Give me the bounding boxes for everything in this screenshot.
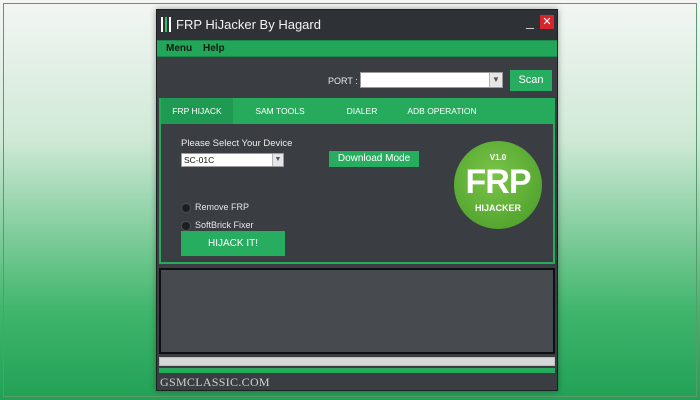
chevron-down-icon[interactable]: ▼ xyxy=(272,154,283,166)
logo-sub-text: HIJACKER xyxy=(474,203,521,213)
tab-frp-hijack[interactable]: FRP HIJACK xyxy=(161,98,233,124)
port-label: PORT : xyxy=(328,76,358,86)
title-bar[interactable]: FRP HiJacker By Hagard _ ✕ xyxy=(157,10,557,40)
progress-bar xyxy=(159,357,555,366)
hijack-button[interactable]: HIJACK IT! xyxy=(181,231,285,256)
chevron-down-icon[interactable]: ▼ xyxy=(489,73,502,87)
scan-button[interactable]: Scan xyxy=(510,70,552,91)
window-title: FRP HiJacker By Hagard xyxy=(176,17,321,32)
device-select-value: SC-01C xyxy=(184,155,215,165)
logo-version: V1.0 xyxy=(489,153,507,162)
frp-hijack-panel: Please Select Your Device SC-01C ▼ Downl… xyxy=(159,124,555,264)
tab-bar: FRP HIJACK SAM TOOLS DIALER ADB OPERATIO… xyxy=(159,98,555,124)
menu-item-help[interactable]: Help xyxy=(203,43,225,54)
remove-frp-label: Remove FRP xyxy=(195,202,250,212)
status-bar xyxy=(159,368,555,373)
tab-adb-operation[interactable]: ADB OPERATION xyxy=(399,98,485,124)
radio-button[interactable] xyxy=(181,203,191,213)
softbrick-fixer-label: SoftBrick Fixer xyxy=(195,220,254,230)
frp-hijacker-logo: V1.0 FRP HIJACKER xyxy=(454,141,542,229)
radio-button[interactable] xyxy=(181,221,191,231)
log-output[interactable] xyxy=(159,268,555,354)
device-select[interactable]: SC-01C ▼ xyxy=(181,153,284,167)
menu-bar: Menu Help xyxy=(157,40,557,57)
download-mode-button[interactable]: Download Mode xyxy=(329,151,419,167)
watermark: GSMCLASSIC.COM xyxy=(160,375,270,389)
port-select[interactable]: ▼ xyxy=(360,72,503,88)
app-window: FRP HiJacker By Hagard _ ✕ Menu Help POR… xyxy=(156,9,558,391)
device-select-label: Please Select Your Device xyxy=(181,138,293,149)
minimize-button[interactable]: _ xyxy=(523,14,537,30)
tab-sam-tools[interactable]: SAM TOOLS xyxy=(239,98,321,124)
logo-main-text: FRP xyxy=(465,163,532,201)
close-button[interactable]: ✕ xyxy=(540,15,554,29)
tab-dialer[interactable]: DIALER xyxy=(327,98,397,124)
grip-bars-icon xyxy=(161,17,171,32)
menu-item-menu[interactable]: Menu xyxy=(166,43,192,54)
